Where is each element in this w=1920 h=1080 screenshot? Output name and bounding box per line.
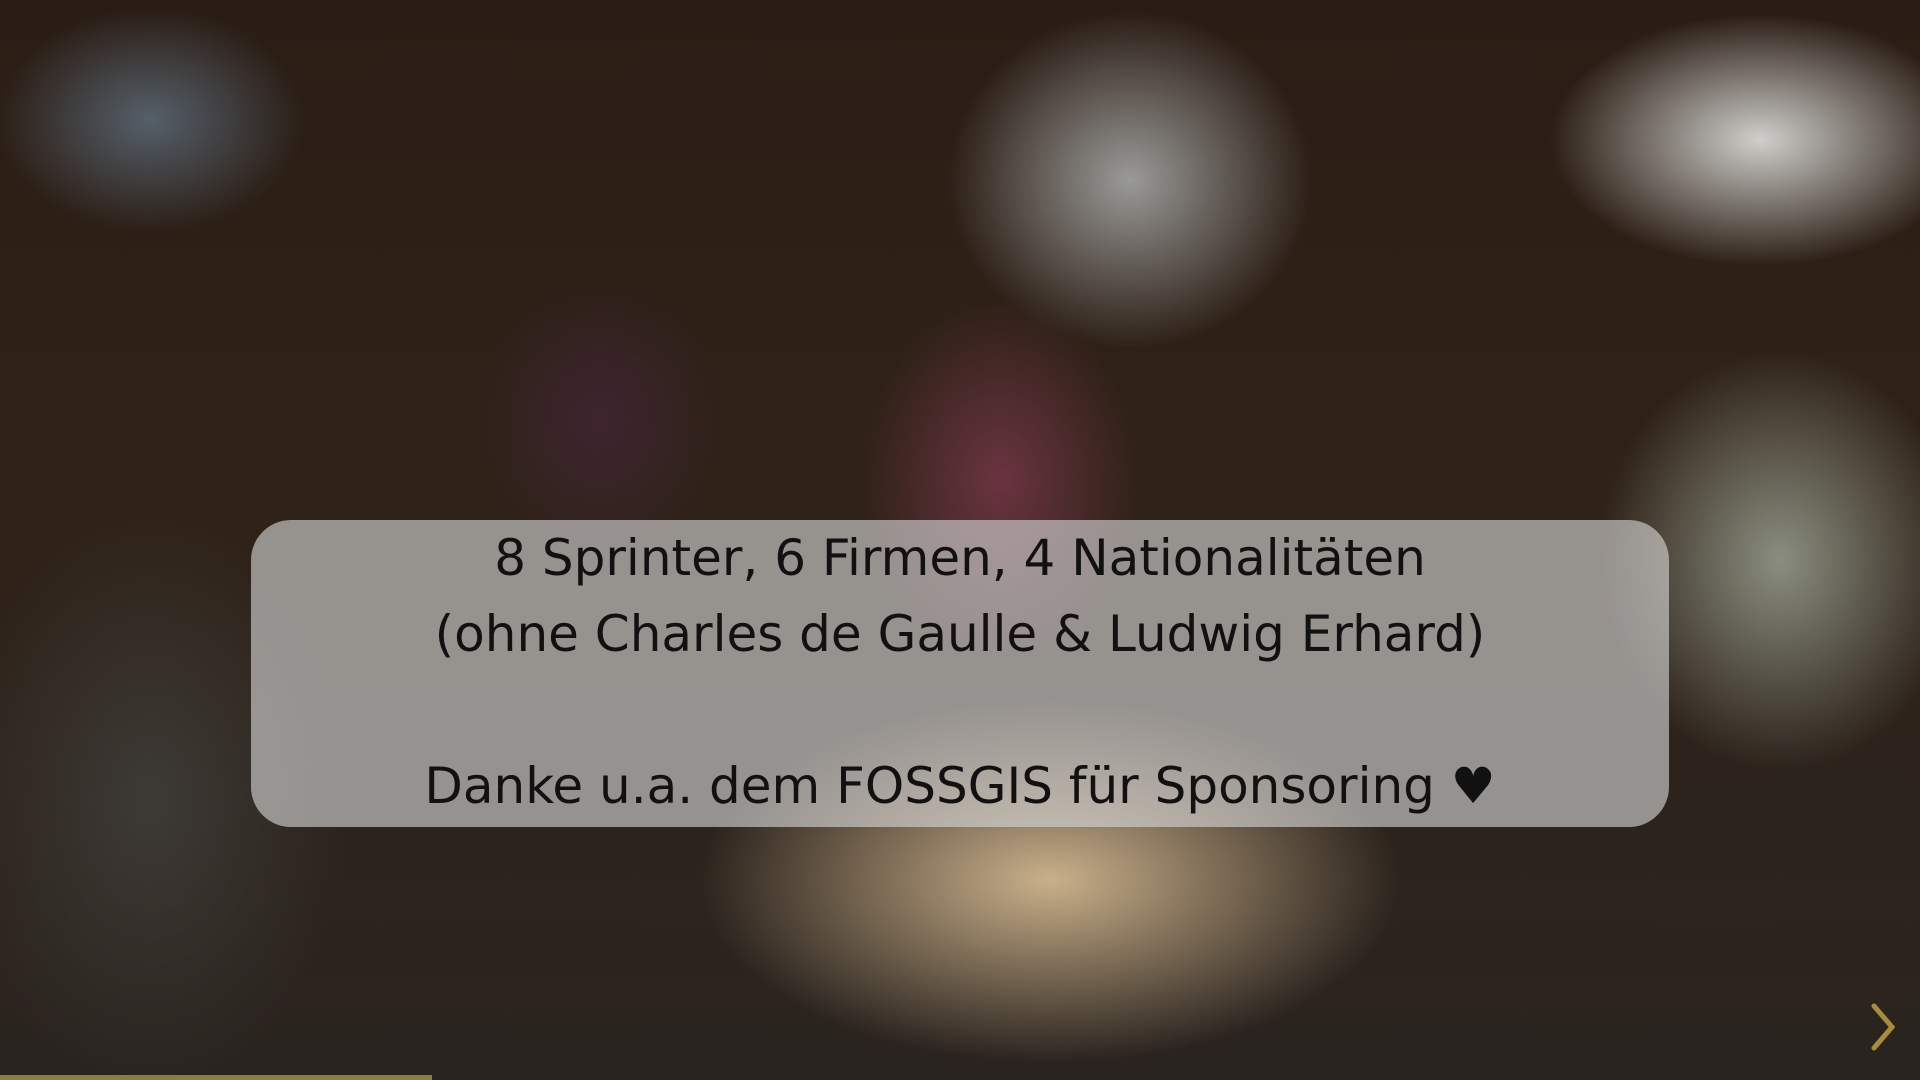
chevron-right-icon [1871, 1003, 1896, 1051]
next-slide-button[interactable] [1868, 1002, 1898, 1052]
caption-line-1: 8 Sprinter, 6 Firmen, 4 Nationalitäten [494, 529, 1426, 587]
caption-line-2: (ohne Charles de Gaulle & Ludwig Erhard) [434, 605, 1486, 663]
slide: 8 Sprinter, 6 Firmen, 4 Nationalitäten (… [0, 0, 1920, 1080]
caption-overlay: 8 Sprinter, 6 Firmen, 4 Nationalitäten (… [251, 520, 1669, 827]
slide-progress-fill [0, 1075, 432, 1080]
slide-progress-bar [0, 1075, 1920, 1080]
caption-line-3: Danke u.a. dem FOSSGIS für Sponsoring ♥ [424, 757, 1496, 815]
